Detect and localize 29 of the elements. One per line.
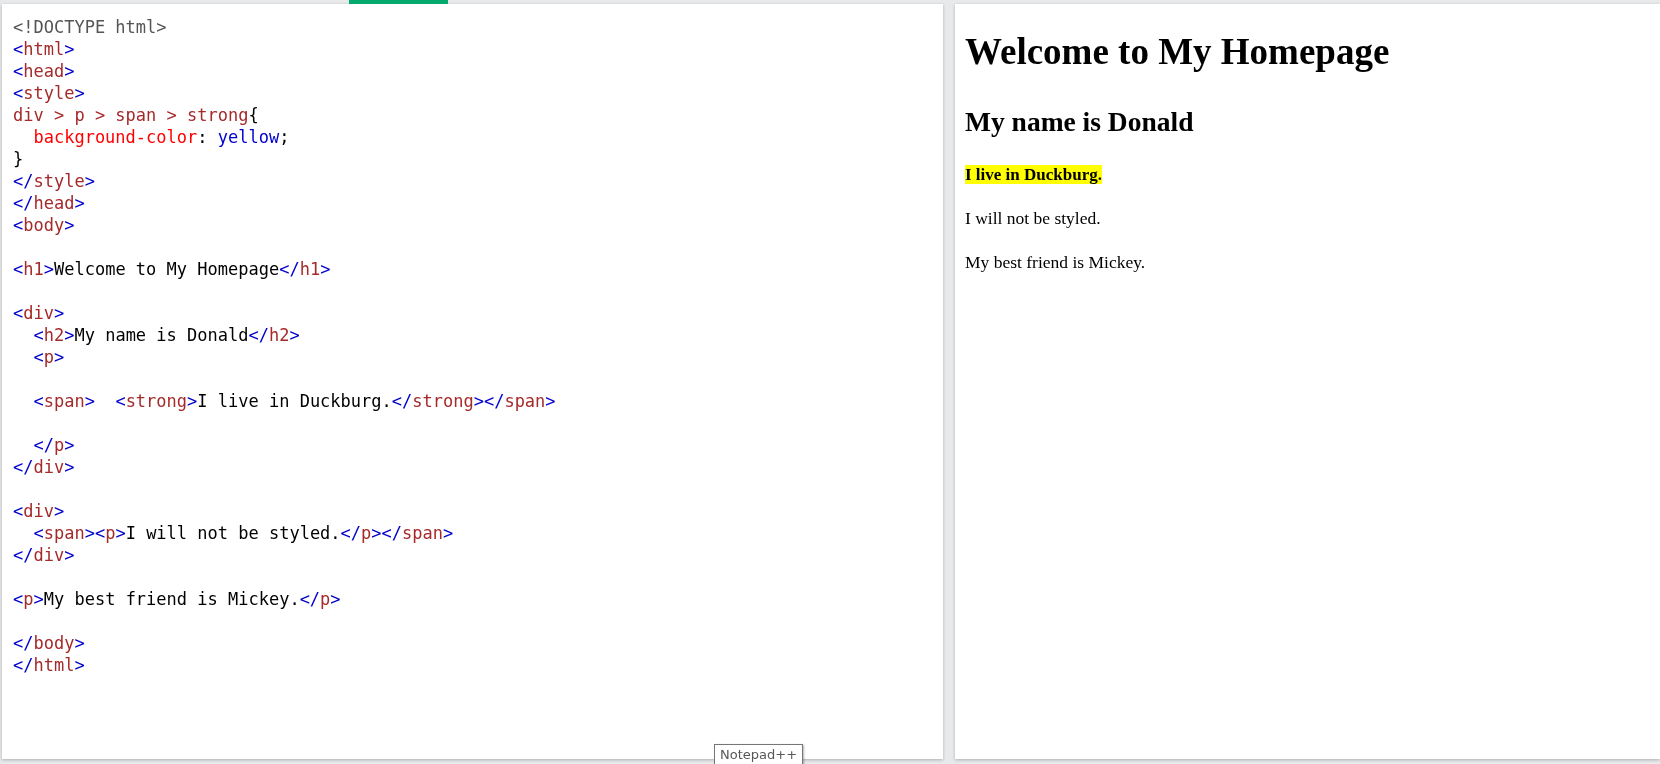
code-line: background-color: yellow;	[33, 126, 290, 148]
code-line: div > p > span > strong{	[13, 104, 259, 126]
code-line: <html>	[13, 38, 75, 60]
code-line: </div>	[13, 456, 75, 478]
code-line: <div>	[13, 302, 65, 324]
code-line: <style>	[13, 82, 85, 104]
paragraph: My best friend is Mickey.	[965, 252, 1146, 273]
code-line: </head>	[13, 192, 85, 214]
heading: Welcome to My Homepage	[965, 30, 1390, 73]
code-line: <!DOCTYPE html>	[13, 16, 167, 38]
code-line: </style>	[13, 170, 95, 192]
paragraph: I will not be styled.	[965, 208, 1101, 229]
code-line: </html>	[13, 654, 85, 676]
code-line: <span><p>I will not be styled.</p></span>	[33, 522, 454, 544]
code-line: <head>	[13, 60, 75, 82]
code-line: <p>	[33, 346, 65, 368]
code-line: </p>	[33, 434, 75, 456]
code-line: <h1>Welcome to My Homepage</h1>	[13, 258, 331, 280]
tooltip: Notepad++	[714, 744, 804, 764]
code-line: }	[13, 148, 24, 170]
highlighted-text: I live in Duckburg.	[965, 165, 1102, 184]
code-line: <body>	[13, 214, 75, 236]
subheading: My name is Donald	[965, 106, 1194, 138]
code-line: <h2>My name is Donald</h2>	[33, 324, 300, 346]
code-line: <p>My best friend is Mickey.</p>	[13, 588, 341, 610]
code-line: <span> <strong>I live in Duckburg.</strong></span>	[33, 390, 556, 412]
code-line: </div>	[13, 544, 75, 566]
code-line: <div>	[13, 500, 65, 522]
code-line: </body>	[13, 632, 85, 654]
